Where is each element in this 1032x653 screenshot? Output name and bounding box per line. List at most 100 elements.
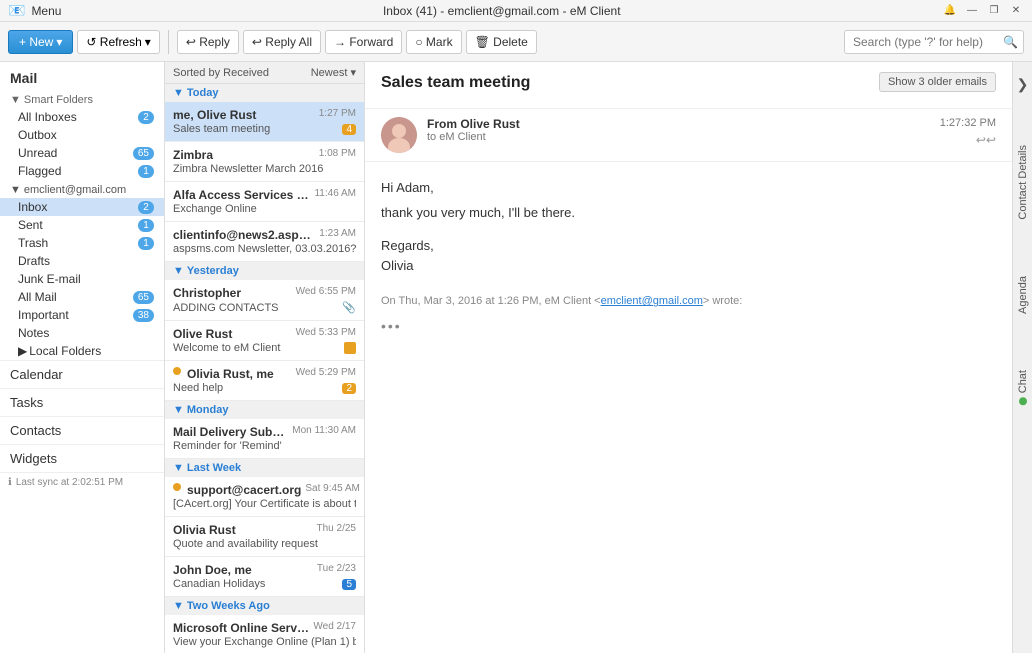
email-item[interactable]: Olivia Rust, me Wed 5:29 PM Need help 2 (165, 361, 364, 401)
email-list-body: ▼ Today me, Olive Rust 1:27 PM Sales tea… (165, 84, 364, 653)
agenda-tab[interactable]: Agenda (1015, 268, 1031, 322)
monday-collapse: ▼ (173, 404, 184, 416)
sync-icon: ℹ (8, 477, 12, 488)
search-input[interactable] (844, 30, 1024, 54)
sidebar-item-outbox[interactable]: Outbox (0, 126, 164, 144)
contact-details-tab[interactable]: Contact Details (1015, 137, 1031, 228)
email-item[interactable]: Christopher Wed 6:55 PM ADDING CONTACTS … (165, 280, 364, 321)
refresh-button[interactable]: ↺ Refresh ▾ (77, 30, 159, 54)
email-subject: View your Exchange Online (Plan 1) billi… (173, 636, 356, 648)
date-group-yesterday: ▼ Yesterday (165, 262, 364, 280)
from-name: Olive Rust (460, 117, 519, 131)
chat-tab[interactable]: Chat (1015, 362, 1031, 413)
delete-button[interactable]: 🗑 Delete (466, 30, 537, 54)
email-time: Sat 9:45 AM (305, 483, 359, 494)
forward-button[interactable]: → Forward (325, 30, 402, 54)
email-ellipsis: ••• (381, 315, 996, 337)
reply-all-button[interactable]: ↩ Reply All (243, 30, 321, 54)
date-group-two-weeks: ▼ Two Weeks Ago (165, 597, 364, 615)
email-time: 1:27 PM (319, 108, 356, 119)
inbox-label: Inbox (18, 200, 138, 214)
all-mail-label: All Mail (18, 290, 133, 304)
panel-collapse-button[interactable]: ❯ (1013, 72, 1032, 97)
quote-email-link[interactable]: emclient@gmail.com (601, 295, 703, 307)
email-item[interactable]: me, Olive Rust 1:27 PM Sales team meetin… (165, 102, 364, 142)
last-week-label: Last Week (187, 462, 241, 474)
email-item[interactable]: Mail Delivery Subsystem Mon 11:30 AM Rem… (165, 419, 364, 459)
email-time: Wed 2/17 (313, 621, 356, 632)
email-item[interactable]: Zimbra 1:08 PM Zimbra Newsletter March 2… (165, 142, 364, 182)
sidebar-item-trash[interactable]: Trash 1 (0, 234, 164, 252)
app-icon: 📧 (8, 2, 25, 19)
email-time: Thu 2/25 (317, 523, 356, 534)
agenda-label: Agenda (1017, 276, 1029, 314)
new-label: + New (19, 35, 53, 49)
sidebar-nav-contacts[interactable]: Contacts (0, 416, 164, 444)
sidebar-nav-widgets[interactable]: Widgets (0, 444, 164, 472)
email-item[interactable]: Olivia Rust Thu 2/25 Quote and availabil… (165, 517, 364, 557)
email-sender: support@cacert.org (187, 483, 301, 497)
email-meta: From Olive Rust to eM Client 1:27:32 PM … (365, 109, 1012, 162)
email-item[interactable]: John Doe, me Tue 2/23 Canadian Holidays … (165, 557, 364, 597)
search-icon[interactable]: 🔍 (1003, 35, 1018, 49)
email-item[interactable]: Olive Rust Wed 5:33 PM Welcome to eM Cli… (165, 321, 364, 361)
email-subject: [CAcert.org] Your Certificate is about t… (173, 498, 356, 510)
sidebar-item-important[interactable]: Important 38 (0, 306, 164, 324)
sort-label: Sorted by Received (173, 67, 269, 79)
sidebar-item-sent[interactable]: Sent 1 (0, 216, 164, 234)
close-button[interactable]: ✕ (1008, 3, 1024, 19)
date-group-today: ▼ Today (165, 84, 364, 102)
sidebar-nav-tasks[interactable]: Tasks (0, 388, 164, 416)
restore-button[interactable]: ❐ (986, 3, 1002, 19)
sidebar-item-flagged[interactable]: Flagged 1 (0, 162, 164, 180)
outbox-label: Outbox (18, 128, 154, 142)
email-subject: Sales team meeting 4 (173, 123, 356, 135)
body-line4: Olivia (381, 256, 996, 277)
email-sender: Christopher (173, 286, 292, 300)
sidebar-account[interactable]: ▼ emclient@gmail.com (0, 180, 164, 198)
email-from: From Olive Rust (427, 117, 930, 131)
menu-label[interactable]: Menu (31, 4, 61, 18)
email-meta-info: From Olive Rust to eM Client (427, 117, 930, 143)
email-item[interactable]: support@cacert.org Sat 9:45 AM [CAcert.o… (165, 477, 364, 517)
email-time: Wed 6:55 PM (296, 286, 356, 297)
attachment-icon: 📎 (342, 301, 356, 314)
email-time: 1:23 AM (319, 228, 356, 239)
email-time: 1:08 PM (319, 148, 356, 159)
sidebar-item-unread[interactable]: Unread 65 (0, 144, 164, 162)
unread-indicator (173, 483, 181, 491)
sidebar-item-notes[interactable]: Notes (0, 324, 164, 342)
chat-online-dot (1019, 397, 1027, 405)
reply-button[interactable]: ↩ Reply (177, 30, 239, 54)
to-name: eM Client (439, 131, 485, 143)
email-item[interactable]: clientinfo@news2.aspsms.com 1:23 AM asps… (165, 222, 364, 262)
minimize-button[interactable]: — (964, 3, 980, 19)
sidebar-header: Mail (0, 62, 164, 90)
trash-label: Trash (18, 236, 138, 250)
sidebar-item-drafts[interactable]: Drafts (0, 252, 164, 270)
email-item[interactable]: Microsoft Online Services Te... Wed 2/17… (165, 615, 364, 653)
order-label[interactable]: Newest ▾ (311, 66, 356, 79)
unread-label: Unread (18, 146, 133, 160)
sidebar-nav-calendar[interactable]: Calendar (0, 360, 164, 388)
smart-folders-group[interactable]: ▼ Smart Folders (0, 90, 164, 108)
sidebar-item-inbox[interactable]: Inbox 2 (0, 198, 164, 216)
sender-avatar (381, 117, 417, 153)
new-button[interactable]: + New ▾ (8, 30, 73, 54)
important-label: Important (18, 308, 133, 322)
main-area: Mail ▼ Smart Folders All Inboxes 2 Outbo… (0, 62, 1032, 653)
email-sender: Alfa Access Services Ltd (173, 188, 310, 202)
email-list-header: Sorted by Received Newest ▾ (165, 62, 364, 84)
email-item[interactable]: Alfa Access Services Ltd 11:46 AM Exchan… (165, 182, 364, 222)
sidebar-item-all-inboxes[interactable]: All Inboxes 2 (0, 108, 164, 126)
email-time: Tue 2/23 (317, 563, 356, 574)
all-mail-badge: 65 (133, 291, 154, 304)
show-older-button[interactable]: Show 3 older emails (879, 72, 996, 92)
email-time: Wed 5:33 PM (296, 327, 356, 338)
email-sender: Mail Delivery Subsystem (173, 425, 288, 439)
email-subject: Reminder for 'Remind' (173, 440, 356, 452)
mark-button[interactable]: ○ Mark (406, 30, 461, 54)
sidebar-item-all-mail[interactable]: All Mail 65 (0, 288, 164, 306)
sidebar-item-local-folders[interactable]: ▶ Local Folders (0, 342, 164, 360)
sidebar-item-junk[interactable]: Junk E-mail (0, 270, 164, 288)
